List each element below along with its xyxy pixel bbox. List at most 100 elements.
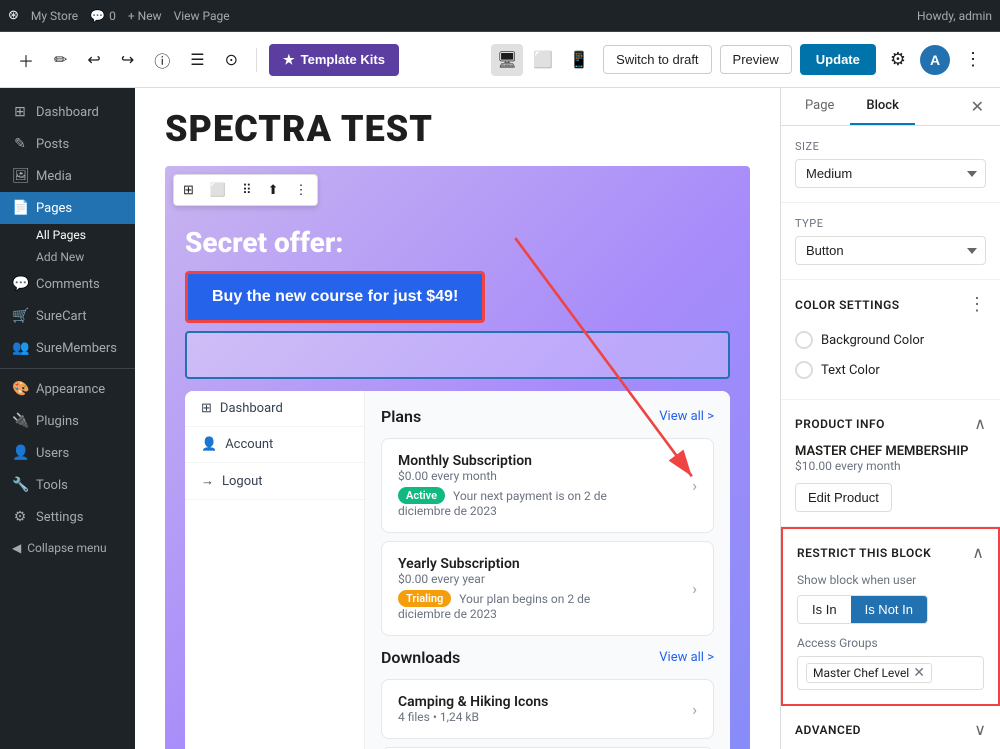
- is-in-toggle-button[interactable]: Is In: [798, 596, 851, 623]
- sidebar-item-appearance[interactable]: 🎨 Appearance: [0, 373, 135, 405]
- cta-button[interactable]: Buy the new course for just $49!: [185, 271, 485, 323]
- type-select[interactable]: Button: [795, 236, 986, 265]
- text-color-label: Text Color: [821, 363, 880, 378]
- template-kits-button[interactable]: ★ Template Kits: [269, 44, 399, 76]
- sidebar-item-plugins[interactable]: 🔌 Plugins: [0, 405, 135, 437]
- tab-page[interactable]: Page: [789, 88, 850, 125]
- astra-button[interactable]: A: [920, 45, 950, 75]
- wp-logo: ⊛: [8, 8, 19, 23]
- tablet-view-button[interactable]: ⬜: [527, 44, 559, 76]
- view-page-link[interactable]: View Page: [174, 9, 230, 23]
- access-groups-input[interactable]: Master Chef Level ✕: [797, 656, 984, 690]
- page-content: SPECTRA TEST ⊞ ⬜ ⠿ ⬆ ⋮ Secret offer:: [135, 88, 780, 749]
- list-view-button[interactable]: ☰: [184, 44, 210, 76]
- sidebar: ⊞ Dashboard ✎ Posts 🖼 Media 📄 Pages All …: [0, 88, 135, 749]
- move-block-btn[interactable]: ⬆: [262, 178, 285, 202]
- sidebar-item-surecart[interactable]: 🛒 SureCart: [0, 300, 135, 332]
- nav-item-dashboard[interactable]: ⊞ Dashboard: [185, 391, 364, 427]
- image-block-btn[interactable]: ⬜: [204, 178, 232, 202]
- editor-canvas: SPECTRA TEST ⊞ ⬜ ⠿ ⬆ ⋮ Secret offer:: [135, 88, 780, 749]
- plan-card-monthly[interactable]: Monthly Subscription $0.00 every month A…: [381, 438, 714, 533]
- drag-block-btn[interactable]: ⠿: [236, 178, 258, 202]
- sidebar-item-users[interactable]: 👤 Users: [0, 437, 135, 469]
- collapse-icon: ◀: [12, 541, 21, 555]
- comment-count[interactable]: 💬 0: [90, 9, 116, 23]
- sidebar-item-tools[interactable]: 🔧 Tools: [0, 469, 135, 501]
- mobile-view-button[interactable]: 📱: [563, 44, 595, 76]
- restrict-title: Restrict This Block: [797, 546, 931, 560]
- access-groups-label: Access Groups: [797, 636, 984, 650]
- sidebar-item-suremembers[interactable]: 👥 SureMembers: [0, 332, 135, 364]
- advanced-section: Advanced ∨: [781, 706, 1000, 749]
- plans-title: Plans: [381, 407, 421, 426]
- edit-product-button[interactable]: Edit Product: [795, 483, 892, 512]
- update-button[interactable]: Update: [800, 44, 876, 75]
- advanced-title: Advanced: [795, 723, 861, 737]
- redo-button[interactable]: ↪: [115, 44, 140, 76]
- color-settings-section: Color Settings ⋮ Background Color Text C…: [781, 280, 1000, 400]
- settings-circle-button[interactable]: ⊙: [219, 44, 244, 76]
- dashboard-widget: ⊞ Dashboard 👤 Account → Logout: [185, 391, 730, 749]
- separator: [256, 48, 257, 72]
- sidebar-sub-add-new[interactable]: Add New: [0, 246, 135, 268]
- nav-item-logout[interactable]: → Logout: [185, 463, 364, 500]
- settings-icon: ⚙: [12, 509, 28, 525]
- advanced-collapse-button[interactable]: ∨: [974, 720, 986, 740]
- sidebar-item-posts[interactable]: ✎ Posts: [0, 128, 135, 160]
- more-options-button[interactable]: ⋮: [958, 43, 988, 76]
- collapse-menu-button[interactable]: ◀ Collapse menu: [0, 533, 135, 563]
- type-label: TYPE: [795, 217, 986, 230]
- panel-close-button[interactable]: ✕: [963, 88, 992, 125]
- access-tag-label: Master Chef Level: [813, 666, 909, 680]
- desktop-view-button[interactable]: 🖥: [491, 44, 523, 76]
- plans-view-all[interactable]: View all >: [659, 409, 714, 424]
- sidebar-item-media[interactable]: 🖼 Media: [0, 160, 135, 192]
- text-color-swatch[interactable]: [795, 361, 813, 379]
- sidebar-item-settings[interactable]: ⚙ Settings: [0, 501, 135, 533]
- preview-button[interactable]: Preview: [720, 45, 792, 74]
- tools-icon: 🔧: [12, 477, 28, 493]
- download-info-1: Camping & Hiking Icons 4 files • 1,24 kB: [398, 694, 548, 724]
- plan-card-yearly[interactable]: Yearly Subscription $0.00 every year Tri…: [381, 541, 714, 636]
- nav-item-account[interactable]: 👤 Account: [185, 427, 364, 463]
- grid-view-block-btn[interactable]: ⊞: [177, 178, 200, 202]
- account-icon: 👤: [201, 437, 217, 452]
- store-name[interactable]: My Store: [31, 9, 78, 23]
- comments-icon: 💬: [12, 276, 28, 292]
- background-color-label: Background Color: [821, 333, 924, 348]
- block-toolbar: ⊞ ⬜ ⠿ ⬆ ⋮: [173, 174, 318, 206]
- restrict-header: Restrict This Block ∧: [797, 543, 984, 563]
- add-block-button[interactable]: ＋: [12, 42, 40, 78]
- plan-chevron-yearly-icon: ›: [692, 579, 697, 598]
- sidebar-item-dashboard[interactable]: ⊞ Dashboard: [0, 96, 135, 128]
- restrict-collapse-button[interactable]: ∧: [972, 543, 984, 563]
- downloads-view-all[interactable]: View all >: [659, 650, 714, 665]
- plan-name: Monthly Subscription: [398, 453, 607, 469]
- restrict-this-block-section: Restrict This Block ∧ Show block when us…: [781, 527, 1000, 706]
- sidebar-item-comments[interactable]: 💬 Comments: [0, 268, 135, 300]
- editor-settings-button[interactable]: ⚙: [884, 43, 912, 76]
- plan-status-yearly: Trialing Your plan begins on 2 de: [398, 590, 590, 607]
- access-tag-remove-button[interactable]: ✕: [913, 666, 925, 680]
- tab-block[interactable]: Block: [850, 88, 914, 125]
- size-select[interactable]: Medium: [795, 159, 986, 188]
- download-card-1[interactable]: Camping & Hiking Icons 4 files • 1,24 kB…: [381, 679, 714, 739]
- info-button[interactable]: ⓘ: [148, 42, 176, 78]
- is-not-in-toggle-button[interactable]: Is Not In: [851, 596, 927, 623]
- block-input-bar: [185, 331, 730, 379]
- sidebar-item-pages[interactable]: 📄 Pages: [0, 192, 135, 224]
- color-settings-more-icon[interactable]: ⋮: [968, 294, 986, 315]
- switch-to-draft-button[interactable]: Switch to draft: [603, 45, 711, 74]
- color-settings-title: Color Settings: [795, 298, 900, 312]
- background-color-swatch[interactable]: [795, 331, 813, 349]
- product-info-collapse-button[interactable]: ∧: [974, 414, 986, 434]
- banner-secret-text: Secret offer:: [185, 226, 730, 259]
- pencil-tool-button[interactable]: ✏: [48, 44, 73, 76]
- admin-bar: ⊛ My Store 💬 0 + New View Page Howdy, ad…: [0, 0, 1000, 32]
- more-block-btn[interactable]: ⋮: [289, 178, 314, 202]
- plan-desc: Your next payment is on 2 de: [453, 489, 607, 503]
- undo-button[interactable]: ↩: [81, 44, 106, 76]
- sidebar-sub-all-pages[interactable]: All Pages: [0, 224, 135, 246]
- new-button[interactable]: + New: [128, 9, 162, 23]
- banner-block[interactable]: ⊞ ⬜ ⠿ ⬆ ⋮ Secret offer: Buy the new cour…: [165, 166, 750, 749]
